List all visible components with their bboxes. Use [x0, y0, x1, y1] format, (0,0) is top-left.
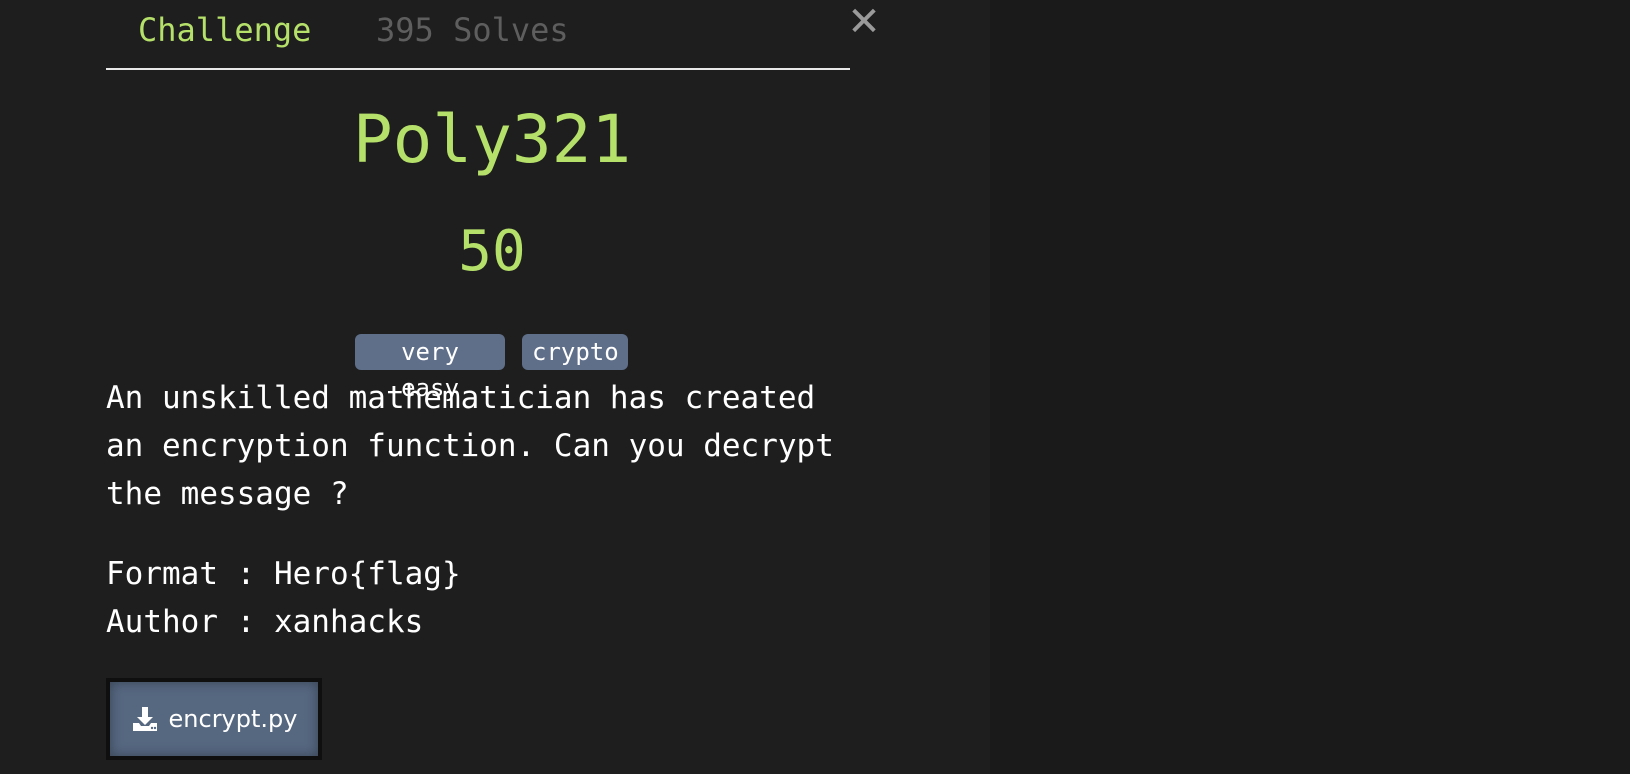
challenge-points: 50 [458, 219, 526, 284]
download-file-button[interactable]: encrypt.py [106, 678, 322, 760]
file-name: encrypt.py [168, 705, 298, 733]
challenge-title: Poly321 [352, 101, 632, 178]
close-button[interactable]: ✕ [846, 2, 882, 42]
close-icon: ✕ [847, 0, 881, 45]
tab-challenge[interactable]: Challenge [138, 10, 311, 50]
page: Challenge 395 Solves ✕ Poly321 50 very e… [0, 0, 1630, 774]
backdrop-panel [990, 0, 1630, 774]
challenge-modal: Challenge 395 Solves ✕ Poly321 50 very e… [0, 0, 990, 774]
download-icon [131, 705, 159, 733]
tag-list: very easy crypto [0, 334, 990, 402]
format-line: Format : Hero{flag} [106, 556, 461, 592]
challenge-meta: Format : Hero{flag} Author : xanhacks [106, 550, 886, 646]
modal-tabs: Challenge 395 Solves [106, 0, 850, 70]
author-line: Author : xanhacks [106, 604, 424, 640]
description-text: An unskilled mathematician has created a… [106, 380, 834, 512]
tag-category: crypto [522, 334, 628, 370]
tab-solves[interactable]: 395 Solves [376, 10, 569, 50]
download-file-button-inner[interactable]: encrypt.py [110, 682, 318, 756]
tag-difficulty: very easy [355, 334, 505, 402]
challenge-description: An unskilled mathematician has created a… [106, 374, 886, 518]
